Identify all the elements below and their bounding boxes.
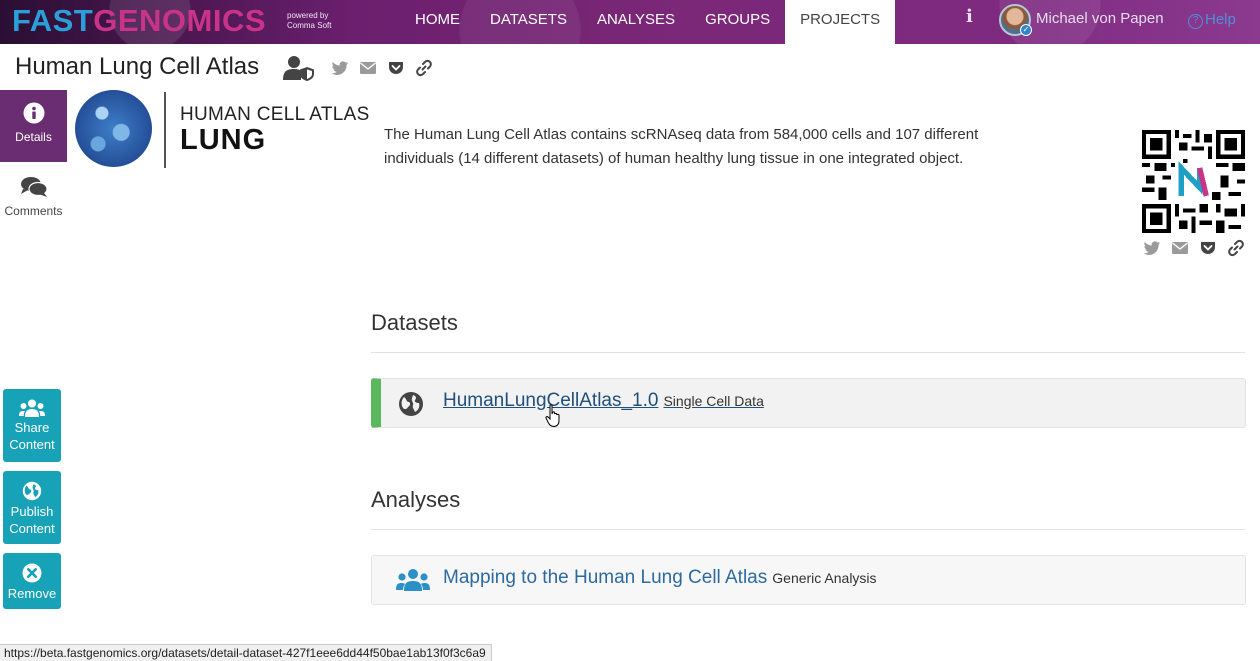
nav-home[interactable]: HOME: [400, 0, 475, 44]
tab-details[interactable]: Details: [0, 90, 67, 162]
globe-icon: [22, 481, 42, 501]
top-navbar: FASTGENOMICS powered by Comma Soft HOME …: [0, 0, 1260, 44]
qr-code-icon: [1142, 130, 1245, 233]
title-icon-bar: [283, 55, 443, 81]
nav-groups[interactable]: GROUPS: [690, 0, 785, 44]
powered-by-line2: Comma Soft: [287, 21, 332, 30]
twitter-icon[interactable]: [331, 59, 349, 77]
remove-button[interactable]: Remove: [3, 553, 61, 609]
remove-label: Remove: [7, 586, 57, 601]
logo-line1: HUMAN CELL ATLAS: [180, 104, 370, 125]
analysis-card: Mapping to the Human Lung Cell Atlas Gene…: [371, 555, 1246, 605]
user-shield-icon[interactable]: [283, 55, 315, 81]
publish-content-button[interactable]: Publish Content: [3, 471, 61, 544]
browser-status-url: https://beta.fastgenomics.org/datasets/d…: [0, 644, 492, 661]
users-icon: [19, 399, 45, 417]
tab-comments-label: Comments: [4, 204, 63, 218]
analyses-heading: Analyses: [371, 487, 461, 512]
users-icon: [396, 569, 430, 591]
logo-divider: [164, 92, 166, 168]
pocket-icon[interactable]: [387, 59, 405, 77]
pocket-icon[interactable]: [1199, 239, 1217, 257]
publish-content-line1: Publish: [10, 504, 54, 519]
publish-content-line2: Content: [9, 521, 55, 536]
share-content-line1: Share: [14, 420, 50, 435]
nav-analyses[interactable]: ANALYSES: [582, 0, 690, 44]
twitter-icon[interactable]: [1143, 239, 1161, 257]
link-icon[interactable]: [415, 59, 433, 77]
user-name[interactable]: Michael von Papen: [1036, 10, 1164, 27]
tab-details-label: Details: [15, 130, 52, 144]
datasets-heading: Datasets: [371, 310, 458, 335]
envelope-icon[interactable]: [359, 59, 377, 77]
lung-atlas-logo-image: [75, 90, 152, 167]
main-nav: HOME DATASETS ANALYSES GROUPS PROJECTS: [400, 0, 896, 44]
analyses-divider: [371, 529, 1245, 530]
dataset-card: HumanLungCellAtlas_1.0 Single Cell Data: [371, 378, 1246, 428]
globe-icon: [399, 392, 423, 416]
close-circle-icon: [22, 563, 42, 583]
info-circle-icon: [23, 102, 44, 124]
qr-share-icons: [1143, 239, 1255, 257]
share-content-button[interactable]: Share Content: [3, 389, 61, 462]
envelope-icon[interactable]: [1171, 239, 1189, 257]
analysis-link[interactable]: Mapping to the Human Lung Cell Atlas Gene…: [443, 567, 877, 589]
tab-comments[interactable]: Comments: [0, 170, 67, 230]
nav-projects[interactable]: PROJECTS: [785, 0, 896, 44]
hand-cursor-icon: [545, 404, 560, 428]
analysis-name: Mapping to the Human Lung Cell Atlas: [443, 567, 768, 588]
share-content-line2: Content: [9, 437, 55, 452]
project-description: The Human Lung Cell Atlas contains scRNA…: [384, 126, 979, 167]
brand-logo-part1: FAST: [12, 3, 94, 38]
nav-datasets[interactable]: DATASETS: [475, 0, 582, 44]
logo-line2: LUNG: [180, 124, 267, 156]
datasets-divider: [371, 352, 1245, 353]
powered-by-line1: powered by: [287, 11, 329, 20]
question-circle-icon: ?: [1188, 14, 1203, 29]
page-title: Human Lung Cell Atlas: [15, 53, 260, 80]
help-label: Help: [1205, 11, 1236, 28]
powered-by: powered by Comma Soft: [287, 11, 331, 31]
comments-icon: [20, 177, 48, 197]
info-icon[interactable]: i: [966, 6, 973, 27]
brand-logo[interactable]: FASTGENOMICS: [12, 4, 266, 38]
dataset-link[interactable]: HumanLungCellAtlas_1.0 Single Cell Data: [443, 390, 764, 412]
link-icon[interactable]: [1227, 239, 1245, 257]
analysis-type: Generic Analysis: [772, 570, 877, 586]
help-link[interactable]: ? Help: [1188, 11, 1236, 29]
brand-logo-part2: GENOMICS: [93, 3, 267, 38]
dataset-type: Single Cell Data: [663, 393, 764, 409]
verified-badge-icon: ✓: [1020, 24, 1032, 36]
